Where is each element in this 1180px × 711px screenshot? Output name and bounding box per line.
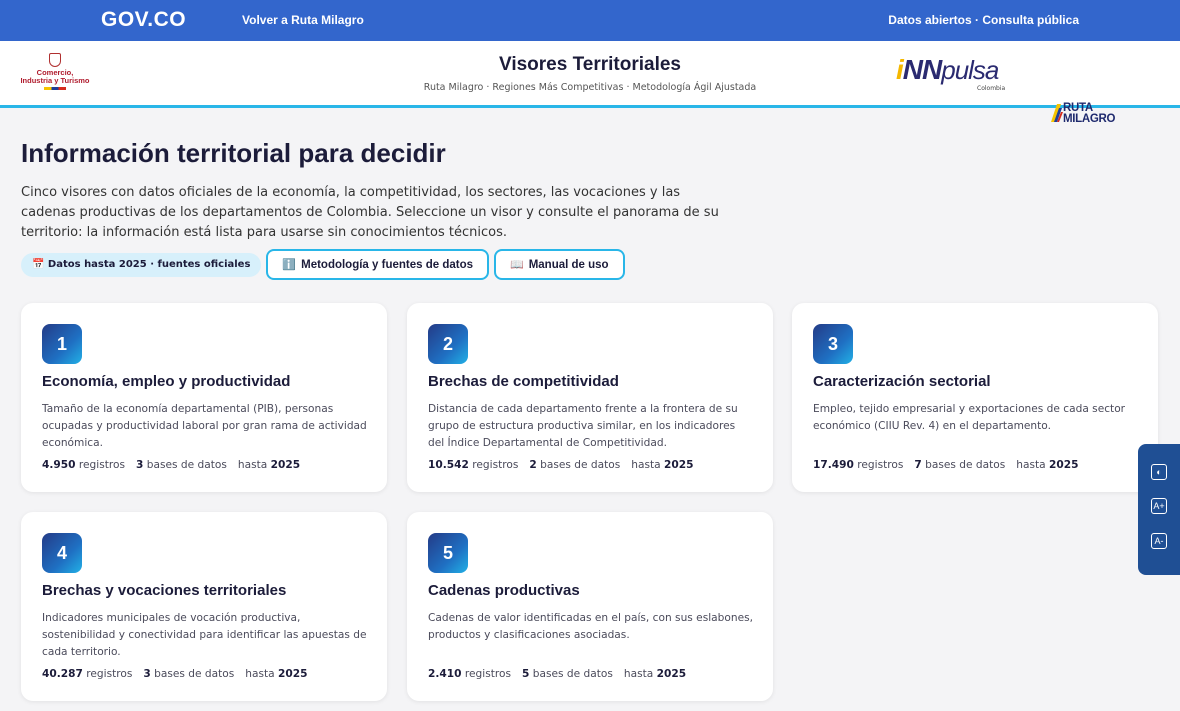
visor-card-3[interactable]: 3 Caracterización sectorial Empleo, teji…: [792, 303, 1158, 492]
site-header: Comercio, Industria y Turismo Visores Te…: [0, 41, 1180, 125]
ruta-milagro-logo: RUTA MILAGRO: [1063, 102, 1116, 125]
accessibility-panel: ◐ A+ A-: [1138, 444, 1180, 575]
card-meta: 4.950 registros 3 bases de datos hasta 202…: [42, 459, 301, 471]
page-title: Información territorial para decidir: [21, 138, 446, 168]
visor-card-2[interactable]: 2 Brechas de competitividad Distancia de…: [407, 303, 773, 492]
font-decrease-button[interactable]: A-: [1151, 533, 1167, 549]
intro-text: Cinco visores con datos oficiales de la …: [21, 185, 719, 240]
card-title: Brechas de competitividad: [428, 373, 619, 390]
card-meta: 2.410 registros 5 bases de datos hasta 202…: [428, 668, 687, 680]
card-title: Economía, empleo y productividad: [42, 373, 291, 390]
card-meta: 40.287 registros 3 bases de datos hasta 20…: [42, 668, 308, 680]
methodology-button-label: Metodología y fuentes de datos: [301, 258, 473, 271]
card-meta: 10.542 registros 2 bases de datos hasta 20…: [428, 459, 694, 471]
card-number: 3: [813, 324, 853, 364]
manual-button-label: Manual de uso: [528, 258, 609, 271]
card-description: Cadenas de valor identificadas en el paí…: [428, 612, 753, 641]
card-number: 4: [42, 533, 82, 573]
card-number: 5: [428, 533, 468, 573]
ruta-milagro-mark-icon: [1051, 104, 1063, 122]
manual-button[interactable]: 📖 Manual de uso: [494, 249, 625, 280]
main-content: Información territorial para decidir Cin…: [21, 138, 1161, 280]
card-number: 2: [428, 324, 468, 364]
visor-card-5[interactable]: 5 Cadenas productivas Cadenas de valor i…: [407, 512, 773, 701]
card-title: Brechas y vocaciones territoriales: [42, 582, 287, 599]
card-number: 1: [42, 324, 82, 364]
visor-card-1[interactable]: 1 Economía, empleo y productividad Tamañ…: [21, 303, 387, 492]
open-data-text: Datos abiertos · Consulta pública: [888, 13, 1079, 27]
card-meta: 17.490 registros 7 bases de datos hasta 20…: [813, 459, 1079, 471]
contrast-icon[interactable]: ◐: [1151, 464, 1167, 480]
methodology-button[interactable]: ℹ️ Metodología y fuentes de datos: [266, 249, 489, 280]
innpulsa-logo: iNNpulsa: [896, 54, 999, 85]
card-description: Tamaño de la economía departamental (PIB…: [42, 403, 367, 449]
card-description: Empleo, tejido empresarial y exportacion…: [813, 403, 1126, 432]
action-row: 📅 Datos hasta 2025 · fuentes oficiales ℹ…: [21, 249, 625, 280]
info-icon: ℹ️: [282, 259, 297, 271]
visor-card-4[interactable]: 4 Brechas y vocaciones territoriales Ind…: [21, 512, 387, 701]
card-title: Caracterización sectorial: [813, 373, 991, 390]
font-increase-button[interactable]: A+: [1151, 498, 1167, 514]
gov-bar: GOV.CO Volver a Ruta Milagro Datos abier…: [0, 0, 1180, 41]
gov-co-logo[interactable]: GOV.CO: [101, 8, 186, 32]
innpulsa-country: Colombia: [977, 85, 1006, 92]
data-coverage-badge: 📅 Datos hasta 2025 · fuentes oficiales: [21, 252, 262, 277]
back-to-ruta-milagro-link[interactable]: Volver a Ruta Milagro: [242, 13, 364, 27]
ruta-logo-line2: MILAGRO: [1063, 113, 1116, 125]
card-description: Distancia de cada departamento frente a …: [428, 403, 738, 449]
site-title: Visores Territoriales: [498, 54, 681, 75]
card-description: Indicadores municipales de vocación prod…: [42, 612, 367, 658]
book-icon: 📖: [510, 259, 524, 271]
card-title: Cadenas productivas: [428, 582, 580, 599]
